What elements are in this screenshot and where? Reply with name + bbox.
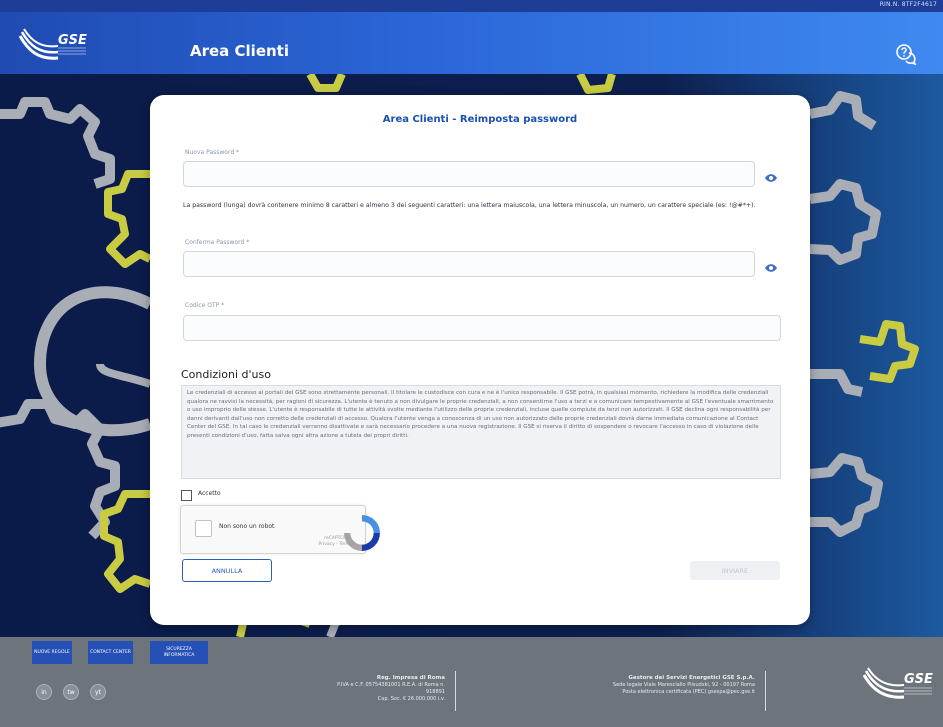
accept-terms[interactable]: Accetto (181, 488, 251, 502)
card-title: Area Clienti - Reimposta password (382, 114, 578, 125)
user-code[interactable]: RIN.N. 8TF2F4617 (880, 1, 937, 8)
footer-button-sicurezza[interactable]: SICUREZZA INFORMATICA (150, 641, 208, 664)
reset-password-card: Area Clienti - Reimposta password Nuova … (150, 95, 810, 625)
recaptcha-logo-icon (327, 514, 380, 551)
show-password-eye-icon[interactable] (764, 168, 778, 182)
header: GSE Area Clienti (0, 12, 943, 74)
submit-button[interactable]: INVIARE (690, 561, 780, 580)
top-strip: RIN.N. 8TF2F4617 (0, 0, 943, 12)
svg-text:GSE: GSE (58, 33, 87, 48)
footer-button-nuove-regole[interactable]: NUOVE REGOLE (32, 641, 72, 664)
conditions-title: Condizioni d'uso (181, 368, 271, 381)
youtube-icon[interactable]: yt (90, 684, 106, 700)
recaptcha-widget: Non sono un robot reCAPTCHA Privacy - Ter… (180, 505, 380, 554)
svg-text:GSE: GSE (904, 672, 933, 687)
page-title: Area Clienti (190, 42, 289, 60)
footer-info-right: Gestore dei Servizi Energetici GSE S.p.A… (612, 675, 755, 695)
cancel-button[interactable]: ANNULLA (182, 559, 272, 582)
linkedin-icon[interactable]: in (36, 684, 52, 700)
footer-button-contact-center[interactable]: CONTACT CENTER (88, 641, 133, 664)
conditions-box[interactable]: Le credenziali di accesso ai portali del… (181, 385, 781, 479)
new-password-label: Nuova Password * (185, 149, 240, 156)
twitter-icon[interactable]: tw (63, 684, 79, 700)
password-hint: La password (lunga) dovrà contenere mini… (183, 202, 756, 209)
otp-label: Codice OTP * (185, 302, 225, 309)
show-confirm-password-eye-icon[interactable] (764, 258, 778, 272)
help-icon[interactable] (895, 43, 917, 66)
recaptcha-label: Non sono un robot (219, 523, 275, 530)
footer-separator (765, 671, 766, 711)
footer-info-left: Reg. Impresa di Roma P.IVA e C.F. 057543… (337, 675, 445, 702)
recaptcha-brand: reCAPTCHA Privacy - Termini (318, 536, 356, 547)
conditions-text: Le credenziali di accesso ai portali del… (187, 390, 774, 439)
recaptcha-checkbox[interactable] (195, 520, 212, 537)
confirm-password-label: Conferma Password * (185, 239, 250, 246)
new-password-field[interactable] (183, 161, 755, 187)
confirm-password-field[interactable] (183, 251, 755, 277)
gse-logo[interactable]: GSE (18, 28, 88, 66)
accept-label: Accetto (198, 490, 221, 497)
footer-gse-logo[interactable]: GSE (862, 667, 934, 707)
accept-checkbox[interactable] (181, 490, 192, 501)
footer: NUOVE REGOLE CONTACT CENTER SICUREZZA IN… (0, 637, 943, 727)
otp-field[interactable] (183, 315, 781, 341)
footer-separator (455, 671, 456, 711)
